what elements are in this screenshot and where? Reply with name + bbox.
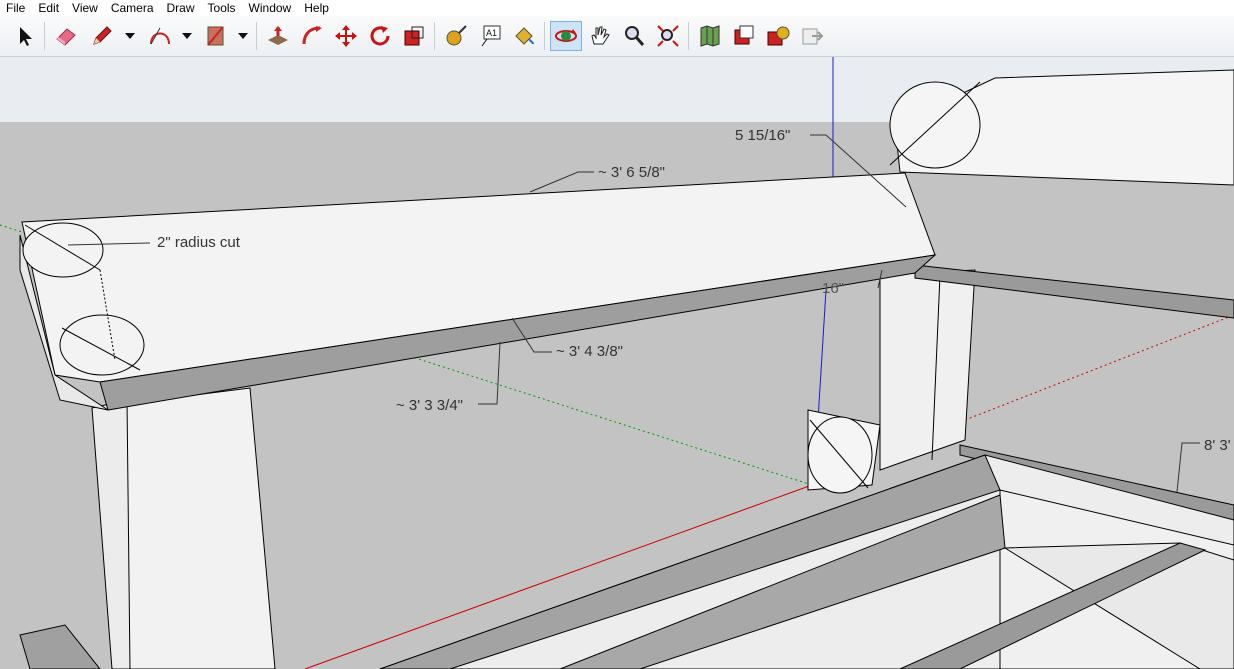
arc-icon — [150, 27, 170, 45]
pencil-icon — [93, 26, 112, 45]
zoom-extents-icon — [657, 25, 679, 47]
menu-view[interactable]: View — [66, 0, 105, 16]
dimension-hidden: 16" — [822, 280, 845, 297]
push-pull-icon — [268, 26, 288, 45]
armrest-radius-bottom — [59, 314, 145, 376]
chevron-down-icon — [238, 33, 248, 39]
eraser-icon — [56, 28, 76, 46]
scale-tool[interactable] — [400, 21, 428, 51]
paint-bucket-icon — [515, 27, 534, 45]
select-tool[interactable] — [12, 21, 40, 51]
toolbar-separator — [256, 22, 257, 50]
svg-text:A1: A1 — [486, 28, 497, 38]
toolbar: A1 — [0, 16, 1234, 57]
layout-icon — [802, 28, 824, 45]
middle-post — [879, 269, 976, 471]
toolbar-separator — [544, 22, 545, 50]
menu-bar: File Edit View Camera Draw Tools Window … — [0, 0, 1234, 16]
pencil-dropdown[interactable] — [124, 28, 136, 44]
pan-hand-icon — [591, 26, 610, 45]
rectangle-icon — [207, 26, 224, 46]
dimension-top-edge: ~ 3' 6 5/8" — [598, 164, 665, 181]
chevron-down-icon — [125, 33, 135, 39]
model-scene — [0, 57, 1234, 669]
dimension-far-right: 8' 3' — [1204, 437, 1231, 454]
rectangle-tool[interactable] — [202, 21, 230, 51]
extension-warehouse-button[interactable] — [764, 21, 792, 51]
orbit-tool[interactable] — [550, 21, 582, 51]
follow-me-tool[interactable] — [298, 21, 326, 51]
dimension-bottom-edge: ~ 3' 4 3/8" — [556, 343, 623, 360]
share-model-button[interactable] — [730, 21, 758, 51]
move-icon — [335, 25, 357, 47]
eraser-tool[interactable] — [52, 21, 80, 51]
rotate-tool[interactable] — [366, 21, 394, 51]
follow-me-icon — [302, 26, 322, 45]
map-icon — [700, 25, 720, 47]
tape-measure-icon — [446, 25, 467, 46]
extension-icon — [767, 26, 790, 46]
menu-file[interactable]: File — [0, 0, 32, 16]
rotate-icon — [370, 26, 390, 46]
dimension-thickness: 5 15/16" — [735, 127, 791, 144]
menu-window[interactable]: Window — [243, 0, 299, 16]
move-tool[interactable] — [332, 21, 360, 51]
push-pull-tool[interactable] — [264, 21, 292, 51]
arc-dropdown[interactable] — [181, 28, 193, 44]
3d-warehouse-button[interactable] — [696, 21, 724, 51]
modeling-viewport[interactable]: ~ 3' 6 5/8" 2" radius cut ~ 3' 4 3/8" ~ … — [0, 57, 1234, 669]
zoom-extents-tool[interactable] — [654, 21, 682, 51]
dimension-lower-edge: ~ 3' 3 3/4" — [396, 397, 463, 414]
arrow-cursor-icon — [20, 27, 32, 46]
orbit-icon — [555, 29, 577, 42]
menu-camera[interactable]: Camera — [105, 0, 161, 16]
chevron-down-icon — [182, 33, 192, 39]
share-model-icon — [734, 25, 754, 45]
paint-bucket-tool[interactable] — [510, 21, 538, 51]
toolbar-separator — [434, 22, 435, 50]
arc-tool[interactable] — [146, 21, 174, 51]
pencil-tool[interactable] — [88, 21, 116, 51]
menu-tools[interactable]: Tools — [202, 0, 243, 16]
tape-measure-tool[interactable] — [442, 21, 470, 51]
send-to-layout-button[interactable] — [798, 21, 826, 51]
dimension-radius-note: 2" radius cut — [157, 234, 240, 251]
toolbar-separator — [44, 22, 45, 50]
menu-draw[interactable]: Draw — [161, 0, 202, 16]
menu-help[interactable]: Help — [298, 0, 336, 16]
pan-tool[interactable] — [586, 21, 614, 51]
zoom-tool[interactable] — [620, 21, 648, 51]
rectangle-dropdown[interactable] — [237, 28, 249, 44]
zoom-icon — [625, 26, 645, 46]
text-icon: A1 — [481, 25, 501, 47]
text-tool[interactable]: A1 — [476, 21, 504, 51]
menu-edit[interactable]: Edit — [32, 0, 66, 16]
toolbar-separator — [688, 22, 689, 50]
scale-icon — [404, 26, 424, 46]
